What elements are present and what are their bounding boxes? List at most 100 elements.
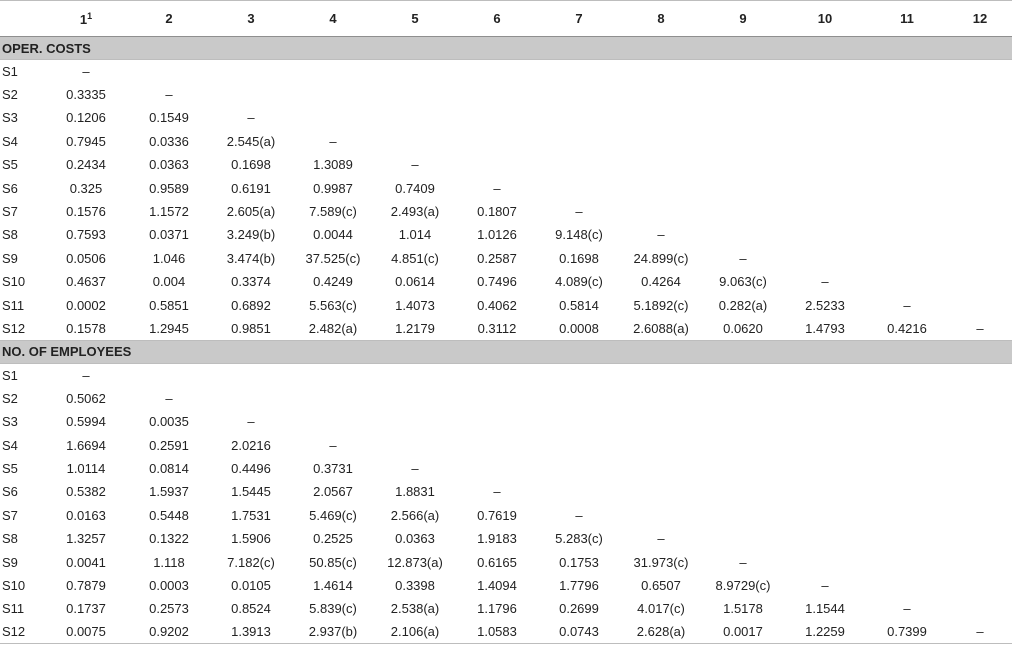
- table-cell: [866, 527, 948, 550]
- table-cell: 1.8831: [395, 484, 435, 500]
- table-cell: [948, 176, 1012, 199]
- table-header: 11 2 3 4 5 6 7 8 9 10 11 12: [0, 0, 1012, 37]
- table-cell: [948, 387, 1012, 410]
- table-cell: [702, 130, 784, 153]
- table-cell: 1.2179: [374, 316, 456, 341]
- table-row: S8 1.3257 0.1322 1.5906 0.2525 0.0363 1.9183 5.…: [0, 527, 1012, 550]
- table-cell: [866, 106, 948, 129]
- table-cell: [784, 83, 866, 106]
- table-cell: 0.7399: [866, 620, 948, 645]
- table-cell: 0.0506: [66, 250, 106, 266]
- table-cell: [292, 83, 374, 106]
- table-cell: 2.5233: [805, 297, 845, 313]
- table-cell: [948, 293, 1012, 316]
- table-cell: [292, 106, 374, 129]
- table-cell: 2.106(a): [374, 620, 456, 645]
- table-cell: [948, 504, 1012, 527]
- table-cell: 1.1796: [477, 601, 517, 617]
- column-header-10: 10: [784, 0, 866, 37]
- table-cell: [456, 433, 538, 456]
- table-cell: [374, 433, 456, 456]
- table-cell: [538, 457, 620, 480]
- column-header-11: 11: [866, 0, 948, 37]
- row-label: S6: [2, 484, 18, 500]
- table-cell: [456, 363, 538, 386]
- table-cell: [948, 457, 1012, 480]
- table-cell: 0.0008: [538, 316, 620, 341]
- table-cell: 7.182(c): [227, 554, 275, 570]
- table-cell: 1.7796: [559, 577, 599, 593]
- table-cell: 7.589(c): [309, 204, 357, 220]
- table-cell: –: [247, 414, 255, 430]
- table-cell: [538, 60, 620, 83]
- column-header-4: 4: [292, 0, 374, 37]
- table-cell: [866, 410, 948, 433]
- table-cell: 50.85(c): [309, 554, 357, 570]
- table-cell: 1.3257: [66, 531, 106, 547]
- table-cell: 0.2699: [559, 601, 599, 617]
- table-cell: 0.5851: [149, 297, 189, 313]
- table-cell: 1.2945: [128, 316, 210, 341]
- table-cell: –: [493, 484, 501, 500]
- table-cell: 0.3731: [313, 460, 353, 476]
- table-cell: 0.5448: [149, 507, 189, 523]
- table-cell: [702, 480, 784, 503]
- table-cell: –: [165, 390, 173, 406]
- table-cell: –: [575, 507, 583, 523]
- table-cell: –: [411, 460, 419, 476]
- table-row: S3 0.1206 0.1549 –: [0, 106, 1012, 129]
- header-corner: [0, 0, 44, 37]
- table-cell: [948, 574, 1012, 597]
- table-cell: 0.9987: [313, 180, 353, 196]
- table-cell: [702, 176, 784, 199]
- table-cell: –: [903, 297, 911, 313]
- row-label: S10: [2, 577, 26, 593]
- table-cell: [948, 270, 1012, 293]
- table-cell: [948, 106, 1012, 129]
- table-cell: [866, 176, 948, 199]
- table-cell: [784, 60, 866, 83]
- table-cell: 0.2591: [149, 437, 189, 453]
- table-cell: 0.0743: [538, 620, 620, 645]
- table-cell: 0.1322: [149, 531, 189, 547]
- table-cell: 0.3335: [66, 87, 106, 103]
- table-cell: 5.839(c): [309, 601, 357, 617]
- table-cell: [866, 433, 948, 456]
- table-cell: [784, 550, 866, 573]
- table-cell: [538, 176, 620, 199]
- column-header-9: 9: [702, 0, 784, 37]
- table-cell: 0.1206: [66, 110, 106, 126]
- row-label: S12: [0, 620, 44, 645]
- table-cell: [702, 433, 784, 456]
- table-cell: 2.937(b): [292, 620, 374, 645]
- row-label: S10: [2, 274, 26, 290]
- table-cell: 1.0126: [477, 227, 517, 243]
- table-cell: [538, 106, 620, 129]
- table-cell: [784, 106, 866, 129]
- table-cell: 3.249(b): [226, 227, 276, 243]
- table-cell: 2.566(a): [390, 507, 440, 523]
- table-cell: [620, 480, 702, 503]
- table-cell: [374, 387, 456, 410]
- table-cell: 1.0114: [66, 460, 106, 476]
- table-cell: 2.628(a): [620, 620, 702, 645]
- footnote-marker: 1: [87, 10, 93, 21]
- table-cell: [456, 410, 538, 433]
- table-cell: –: [82, 63, 90, 79]
- table-cell: [702, 387, 784, 410]
- table-cell: –: [739, 554, 747, 570]
- table-cell: [374, 130, 456, 153]
- table-cell: 0.7945: [66, 133, 106, 149]
- table-cell: 0.5814: [559, 297, 599, 313]
- table-cell: 9.148(c): [555, 227, 603, 243]
- table-cell: 0.0620: [702, 316, 784, 341]
- table-cell: 5.1892(c): [633, 297, 689, 313]
- table-cell: 0.3398: [395, 577, 435, 593]
- table-cell: [374, 106, 456, 129]
- table-cell: –: [329, 133, 337, 149]
- table-cell: 0.0105: [231, 577, 271, 593]
- table-body: OPER. COSTS S1– S2 0.3335– S3 0.1206 0.1549– S4…: [0, 36, 1012, 645]
- table-cell: [948, 597, 1012, 620]
- table-cell: [210, 60, 292, 83]
- table-cell: [128, 363, 210, 386]
